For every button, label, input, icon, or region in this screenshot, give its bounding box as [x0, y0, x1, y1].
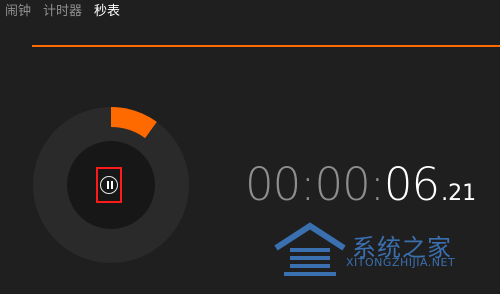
time-separator-1: : — [300, 158, 315, 211]
tab-bar: 闹钟 计时器 秒表 — [5, 3, 120, 21]
house-logo-icon — [274, 222, 346, 276]
tab-stopwatch[interactable]: 秒表 — [94, 3, 120, 21]
pause-button[interactable] — [96, 167, 122, 203]
time-hours: 00 — [245, 158, 301, 211]
pause-icon-bar-left — [107, 181, 109, 189]
elapsed-time-display: 00 : 00 : 06 .21 — [245, 158, 476, 211]
pause-icon-bar-right — [111, 181, 113, 189]
time-fraction: .21 — [441, 181, 477, 206]
watermark-url: XITONGZHIJIA.NET — [346, 256, 456, 269]
time-seconds: 06 — [383, 158, 440, 211]
time-separator-2: : — [369, 158, 385, 211]
watermark: 系统之家 XITONGZHIJIA.NET — [270, 222, 490, 278]
time-minutes: 00 — [314, 158, 370, 211]
accent-divider — [32, 45, 500, 47]
pause-icon — [100, 176, 118, 194]
tab-timer[interactable]: 计时器 — [43, 3, 82, 21]
tab-alarm[interactable]: 闹钟 — [5, 3, 31, 21]
